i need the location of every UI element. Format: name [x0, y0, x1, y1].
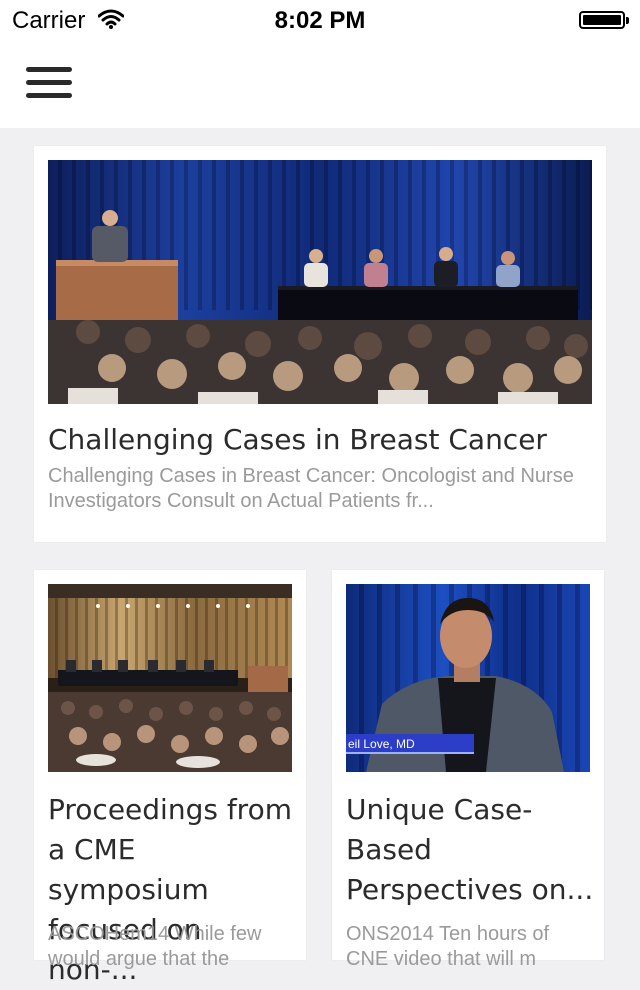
symposium-hall-photo[interactable]: [48, 584, 292, 772]
speaker-portrait-photo[interactable]: eil Love, MD: [346, 584, 590, 772]
status-time: 8:02 PM: [274, 7, 366, 34]
card-description: ASCOHem14 While few would argue that the: [48, 923, 262, 970]
conference-panel-photo[interactable]: [48, 160, 592, 404]
video-card[interactable]: Proceedings from a CME symposium focused…: [34, 570, 306, 986]
video-card[interactable]: eil Love, MD Unique Case-Based Perspecti…: [332, 570, 604, 970]
card-title: Unique Case-Based Perspectives on...: [346, 793, 594, 906]
card-title: Challenging Cases in Breast Cancer: [48, 423, 547, 456]
nav-bar: [0, 40, 640, 128]
featured-card[interactable]: Challenging Cases in Breast Cancer Chall…: [34, 146, 606, 542]
hamburger-menu-icon[interactable]: [24, 64, 74, 102]
card-description: ONS2014 Ten hours of CNE video that will…: [346, 923, 550, 970]
card-description: Challenging Cases in Breast Cancer: Onco…: [48, 465, 574, 512]
speaker-caption: eil Love, MD: [346, 734, 474, 754]
battery-icon: [579, 11, 629, 29]
status-bar: Carrier 8:02 PM: [0, 0, 640, 40]
